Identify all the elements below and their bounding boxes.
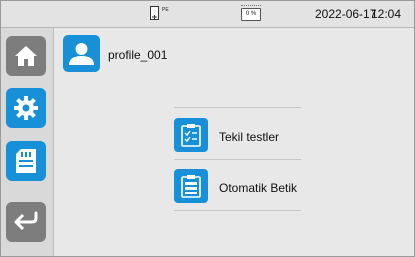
back-button[interactable] (6, 202, 46, 242)
single-tests-label[interactable]: Tekil testler (219, 130, 279, 144)
menu-divider (174, 210, 301, 211)
status-time: 12:04 (371, 7, 402, 21)
status-bar: PE 0 % 2022-06-17 12:04 (1, 1, 414, 28)
menu-divider (174, 159, 301, 160)
checklist-icon (181, 124, 201, 147)
auto-script-label[interactable]: Otomatik Betik (219, 181, 297, 195)
back-arrow-icon (14, 211, 38, 231)
auto-script-button[interactable] (174, 169, 208, 203)
menu-divider (174, 107, 301, 108)
sidebar (1, 28, 54, 256)
profile-button[interactable] (63, 35, 100, 72)
profile-name[interactable]: profile_001 (108, 48, 167, 62)
status-date: 2022-06-17 (315, 7, 377, 21)
gear-icon (14, 96, 38, 120)
user-icon (69, 43, 94, 65)
pe-connection-icon (150, 6, 159, 20)
home-icon (15, 46, 37, 66)
script-icon (181, 175, 201, 198)
pe-label: PE (162, 7, 169, 13)
battery-indicator: 0 % (241, 8, 261, 21)
single-tests-button[interactable] (174, 118, 208, 152)
memory-card-icon (16, 149, 36, 173)
memory-button[interactable] (6, 141, 46, 181)
home-button[interactable] (6, 36, 46, 76)
settings-button[interactable] (6, 88, 46, 128)
